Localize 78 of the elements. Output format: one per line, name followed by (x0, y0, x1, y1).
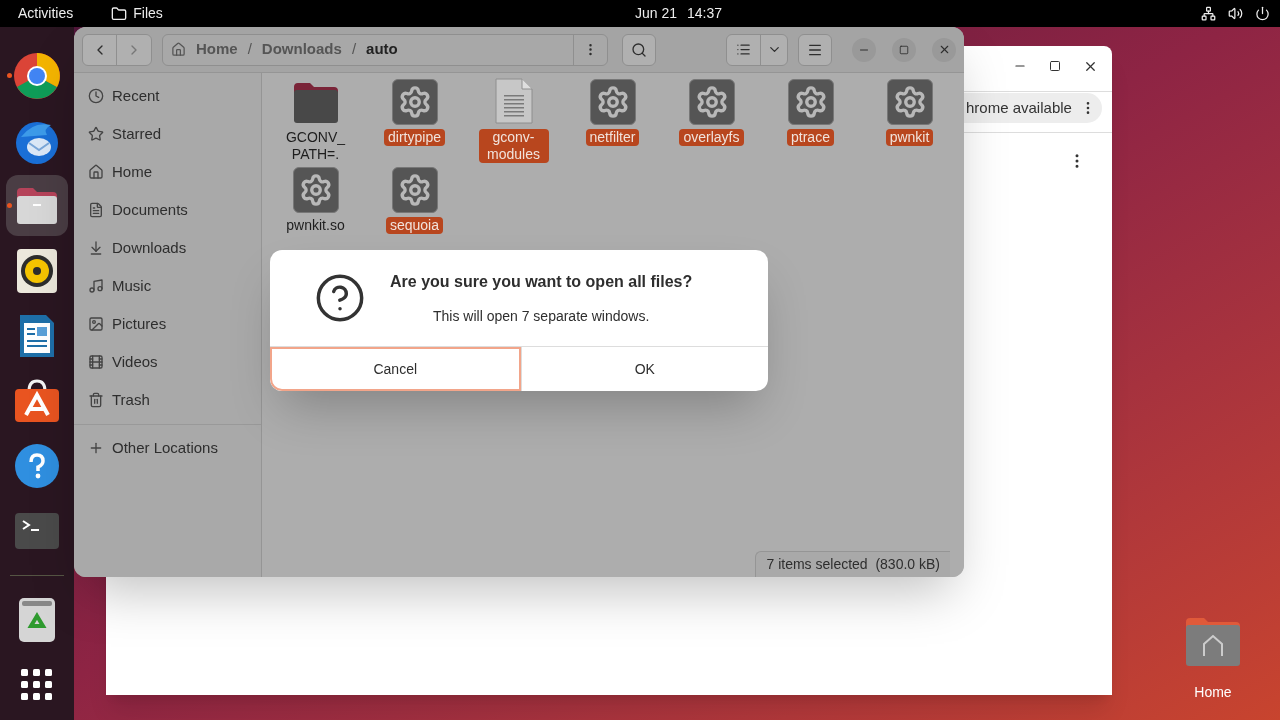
sidebar-item[interactable]: Music (74, 267, 261, 305)
clock-time[interactable]: 14:37 (687, 3, 723, 24)
text-file-icon (493, 77, 534, 125)
power-icon[interactable] (1255, 6, 1270, 21)
search-icon (631, 41, 647, 58)
question-icon (314, 272, 366, 324)
starred-icon (88, 126, 104, 142)
path-separator: / (247, 39, 252, 60)
folder-icon (15, 185, 59, 226)
dock-item[interactable] (6, 175, 68, 236)
plus-icon (88, 440, 104, 456)
trash-icon (88, 392, 104, 408)
path-separator: / (351, 39, 357, 60)
document-icon (18, 312, 56, 359)
status-bar: 7 items selected (830.0 kB) (755, 551, 950, 577)
menu-button[interactable] (798, 33, 832, 66)
sidebar-item[interactable]: Videos (74, 343, 261, 381)
sidebar-item[interactable]: Pictures (74, 305, 261, 343)
activities-button[interactable]: Activities (18, 3, 74, 24)
sidebar-item[interactable]: Trash (74, 381, 261, 419)
path-segment[interactable]: auto (366, 38, 398, 61)
file-item[interactable]: overlayfs (662, 75, 761, 163)
file-item[interactable]: sequoia (365, 163, 464, 234)
gear-icon (886, 79, 933, 125)
maximize-icon (899, 44, 909, 55)
path-segment[interactable]: Home (196, 38, 238, 61)
folder-icon (111, 5, 128, 22)
sidebar-item[interactable]: Documents (74, 191, 261, 229)
list-icon (736, 42, 751, 57)
sidebar-item[interactable]: Recent (74, 77, 261, 115)
shopping-bag-icon (14, 378, 60, 423)
home-icon (171, 42, 186, 57)
path-segment[interactable]: Downloads (261, 38, 342, 61)
clock-date[interactable]: Jun 21 (635, 3, 678, 24)
gear-icon (391, 79, 438, 125)
app-menu-label[interactable]: Files (133, 3, 163, 24)
videos-icon (88, 354, 104, 370)
help-icon (15, 443, 59, 488)
gear-icon (688, 79, 735, 125)
speaker-icon (17, 248, 57, 293)
music-icon (88, 278, 104, 294)
desktop-icon-label[interactable]: Home (1194, 682, 1232, 703)
maximize-button[interactable] (1049, 60, 1061, 72)
file-item[interactable]: pwnkit (860, 75, 959, 163)
dialog-button[interactable]: OK (520, 347, 768, 391)
downloads-icon (88, 240, 104, 256)
file-item[interactable]: pwnkit.so (266, 163, 365, 234)
browser-icon (13, 51, 61, 100)
search-button[interactable] (622, 33, 656, 66)
documents-icon (88, 202, 104, 218)
sidebar-item[interactable]: Home (74, 153, 261, 191)
dialog-title: Are you sure you want to open all files? (390, 271, 693, 292)
file-item[interactable]: GCONV_PATH=. (266, 75, 365, 163)
dialog-message: This will open 7 separate windows. (432, 306, 650, 326)
file-item[interactable]: ptrace (761, 75, 860, 163)
pictures-icon (88, 316, 104, 332)
gear-icon (292, 167, 339, 213)
gear-icon (787, 79, 834, 125)
gear-icon (391, 167, 438, 213)
gear-icon (589, 79, 636, 125)
dialog-button[interactable]: Cancel (270, 347, 521, 391)
file-item[interactable]: gconv-modules (464, 75, 563, 163)
sidebar-item[interactable]: Starred (74, 115, 261, 153)
home-icon (88, 164, 104, 180)
recycle-bin-icon (19, 598, 55, 643)
volume-icon[interactable] (1228, 6, 1243, 21)
update-chip[interactable]: hrome available (964, 93, 1102, 123)
sidebar-item[interactable]: Downloads (74, 229, 261, 267)
sidebar-item[interactable]: Other Locations (74, 429, 261, 467)
close-button[interactable] (932, 37, 956, 62)
file-item[interactable]: dirtypipe (365, 75, 464, 163)
recent-icon (88, 88, 104, 104)
terminal-icon (15, 512, 59, 549)
app-grid-icon (21, 669, 53, 702)
network-icon[interactable] (1201, 6, 1216, 21)
folder-icon (291, 81, 340, 125)
home-folder-icon[interactable] (1184, 616, 1242, 668)
file-item[interactable]: netfilter (563, 75, 662, 163)
